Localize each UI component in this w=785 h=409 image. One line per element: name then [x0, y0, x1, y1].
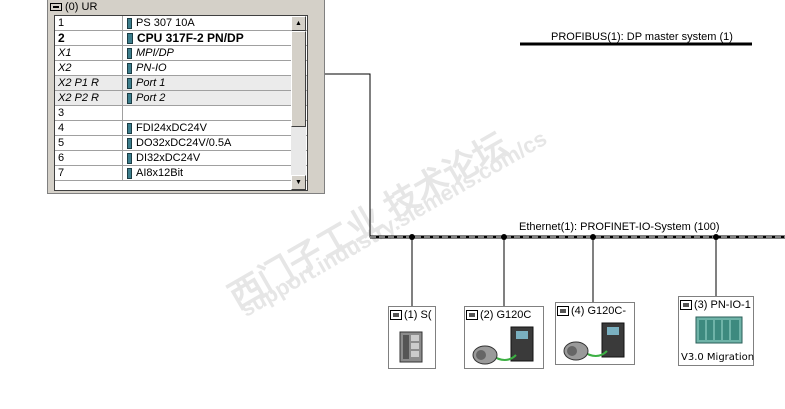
device-header: (1) S( — [390, 308, 434, 322]
interface-icon — [127, 47, 132, 59]
slot-module: CPU 317F-2 PN/DP — [123, 31, 307, 45]
node-device-2 — [501, 234, 507, 240]
device-header: (4) G120C- — [557, 304, 633, 318]
scroll-down-button[interactable]: ▼ — [291, 175, 306, 190]
interface-icon — [127, 62, 132, 74]
module-icon — [127, 122, 132, 134]
cpu-icon — [127, 32, 133, 44]
slot-row[interactable]: 5 DO32xDC24V/0.5A — [55, 136, 307, 151]
ethernet-label[interactable]: Ethernet(1): PROFINET-IO-System (100) — [519, 221, 720, 233]
slot-row[interactable]: 1 PS 307 10A — [55, 16, 307, 31]
vertical-scrollbar[interactable]: ▲ ▼ — [291, 16, 306, 190]
slot-row[interactable]: 4 FDI24xDC24V — [55, 121, 307, 136]
slot-number: 5 — [55, 136, 123, 150]
slot-number: 1 — [55, 16, 123, 30]
node-device-3 — [590, 234, 596, 240]
device-1[interactable]: (1) S( — [388, 306, 436, 369]
module-icon — [127, 137, 132, 149]
slot-number: 2 — [55, 31, 123, 45]
device-label: (4) G120C- — [571, 305, 627, 317]
module-label: PS 307 10A — [136, 17, 195, 29]
slot-row[interactable]: X1 MPI/DP — [55, 46, 307, 61]
slot-module: MPI/DP — [123, 46, 307, 60]
node-device-1 — [409, 234, 415, 240]
slot-module: DO32xDC24V/0.5A — [123, 136, 307, 150]
module-label: Port 2 — [136, 92, 166, 104]
slot-module: Port 2 — [123, 91, 307, 105]
et200-module-icon — [399, 331, 423, 363]
device-footer: V3.0 Migration — [681, 352, 755, 363]
slot-row[interactable]: X2 P1 R Port 1 — [55, 76, 307, 91]
slot-row[interactable]: 3 — [55, 106, 307, 121]
device-3[interactable]: (4) G120C- — [555, 302, 635, 365]
io-device-icon — [390, 310, 402, 320]
device-label: (3) PN-IO-1 — [694, 299, 751, 311]
slot-number: 3 — [55, 106, 123, 120]
slot-module: AI8x12Bit — [123, 166, 307, 180]
slot-module: FDI24xDC24V — [123, 121, 307, 135]
io-device-icon — [680, 300, 692, 310]
slot-module: PS 307 10A — [123, 16, 307, 30]
slot-number: X1 — [55, 46, 123, 60]
profibus-label[interactable]: PROFIBUS(1): DP master system (1) — [551, 31, 733, 43]
device-label: (1) S( — [404, 309, 432, 321]
device-header: (2) G120C — [466, 308, 542, 322]
module-label: MPI/DP — [136, 47, 174, 59]
module-label: CPU 317F-2 PN/DP — [137, 31, 244, 45]
port-icon — [127, 92, 132, 104]
module-label: DI32xDC24V — [136, 152, 201, 164]
port-icon — [127, 77, 132, 89]
rack-title-bar: (0) UR — [50, 1, 322, 13]
rack-title: (0) UR — [65, 1, 98, 13]
slot-number: 4 — [55, 121, 123, 135]
module-label: PN-IO — [136, 62, 167, 74]
node-device-4 — [713, 234, 719, 240]
scroll-up-button[interactable]: ▲ — [291, 16, 306, 31]
device-label: (2) G120C — [480, 309, 532, 321]
slot-number: X2 — [55, 61, 123, 75]
slot-row[interactable]: 6 DI32xDC24V — [55, 151, 307, 166]
slot-row[interactable]: X2 P2 R Port 2 — [55, 91, 307, 106]
slot-module: Port 1 — [123, 76, 307, 90]
slot-number: X2 P2 R — [55, 91, 123, 105]
slot-module: DI32xDC24V — [123, 151, 307, 165]
slot-number: 7 — [55, 166, 123, 180]
module-icon — [127, 167, 132, 179]
module-label: FDI24xDC24V — [136, 122, 207, 134]
slot-number: X2 P1 R — [55, 76, 123, 90]
module-label: DO32xDC24V/0.5A — [136, 137, 232, 149]
slot-module — [123, 106, 307, 120]
slot-module: PN-IO — [123, 61, 307, 75]
drive-motor-icon — [563, 322, 625, 361]
plc-rack-icon — [695, 316, 743, 344]
device-header: (3) PN-IO-1 — [680, 298, 752, 312]
slot-row[interactable]: 7 AI8x12Bit — [55, 166, 307, 181]
module-icon — [127, 17, 132, 29]
slot-number: 6 — [55, 151, 123, 165]
module-icon — [127, 152, 132, 164]
io-device-icon — [466, 310, 478, 320]
module-label: Port 1 — [136, 77, 166, 89]
module-label: AI8x12Bit — [136, 167, 184, 179]
slot-row[interactable]: X2 PN-IO — [55, 61, 307, 76]
io-device-icon — [557, 306, 569, 316]
device-4[interactable]: (3) PN-IO-1 V3.0 Migration — [678, 296, 754, 366]
rack-window[interactable]: (0) UR 1 PS 307 10A 2 CPU 317F-2 PN/DP X… — [47, 0, 325, 194]
slot-row[interactable]: 2 CPU 317F-2 PN/DP — [55, 31, 307, 46]
rack-connection-line — [325, 73, 412, 238]
rack-icon — [50, 3, 62, 11]
slot-table[interactable]: 1 PS 307 10A 2 CPU 317F-2 PN/DP X1 MPI/D… — [54, 15, 308, 191]
device-2[interactable]: (2) G120C — [464, 306, 544, 369]
scroll-thumb[interactable] — [291, 31, 306, 127]
drive-motor-icon — [472, 326, 534, 365]
